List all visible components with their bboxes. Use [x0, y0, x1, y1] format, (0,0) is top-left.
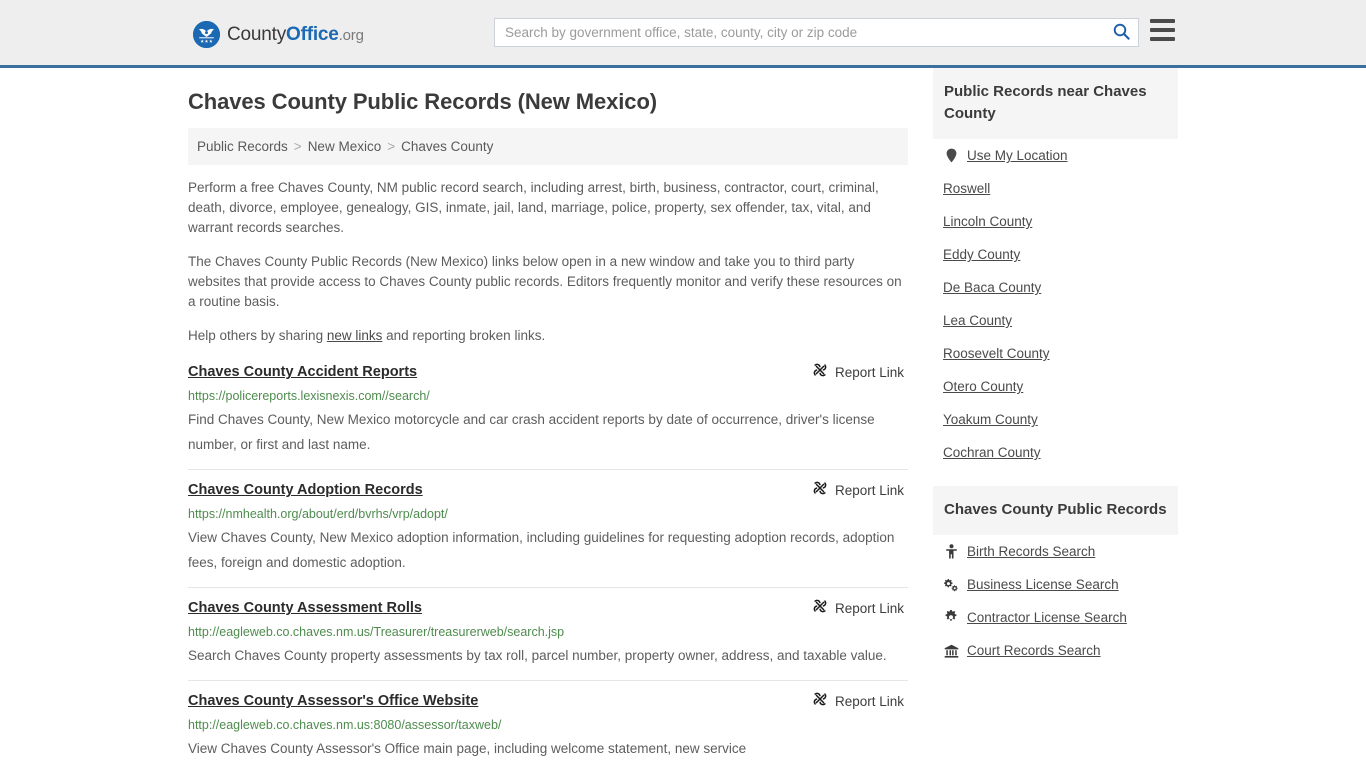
report-link-label: Report Link [834, 483, 904, 499]
sidebar-records-heading: Chaves County Public Records [933, 486, 1178, 535]
logo-text-org: .org [338, 27, 364, 44]
sidebar: Public Records near Chaves County Use My… [933, 68, 1178, 675]
result-title-link[interactable]: Chaves County Adoption Records [188, 480, 423, 500]
search-icon [1113, 23, 1130, 43]
sidebar-panel-nearby: Public Records near Chaves County Use My… [933, 68, 1178, 469]
breadcrumb-item-new-mexico[interactable]: New Mexico [308, 139, 382, 154]
search-button[interactable] [1104, 19, 1138, 46]
sidebar-item-label[interactable]: De Baca County [943, 280, 1041, 295]
broken-link-icon [812, 691, 828, 713]
baby-icon [943, 544, 959, 559]
sidebar-item-label[interactable]: Business License Search [967, 577, 1119, 592]
report-link-button[interactable]: Report Link [812, 691, 908, 713]
site-logo[interactable]: CountyOffice.org [193, 21, 364, 48]
result-url: https://policereports.lexisnexis.com//se… [188, 389, 430, 404]
logo-text-county: County [227, 24, 287, 45]
result-title-link[interactable]: Chaves County Accident Reports [188, 362, 417, 382]
intro-section: Perform a free Chaves County, NM public … [188, 178, 908, 346]
result-item: Chaves County Assessment Rolls Report Li… [188, 587, 908, 680]
breadcrumb-item-chaves-county: Chaves County [401, 139, 494, 155]
result-item: Chaves County Assessor's Office Website … [188, 680, 908, 768]
sidebar-item-de-baca-county[interactable]: De Baca County [933, 271, 1178, 304]
result-item: Chaves County Accident Reports Report Li… [188, 360, 908, 469]
search-input[interactable] [495, 19, 1104, 46]
page-title: Chaves County Public Records (New Mexico… [188, 89, 658, 114]
sidebar-item-label[interactable]: Lincoln County [943, 214, 1032, 229]
broken-link-icon [812, 362, 828, 384]
report-link-label: Report Link [834, 694, 904, 710]
report-link-label: Report Link [834, 365, 904, 381]
main-content: Chaves County Public Records (New Mexico… [188, 68, 908, 768]
sidebar-item-label[interactable]: Cochran County [943, 445, 1041, 460]
sidebar-item-business-license-search[interactable]: Business License Search [933, 568, 1178, 601]
intro-text-after-link: and reporting broken links. [382, 328, 546, 344]
broken-link-icon [812, 480, 828, 502]
sidebar-panel-records: Chaves County Public Records Birth Recor… [933, 486, 1178, 667]
cog-icon [943, 610, 959, 625]
hamburger-menu-icon[interactable] [1150, 19, 1175, 41]
report-link-button[interactable]: Report Link [812, 362, 908, 384]
intro-paragraph-1: Perform a free Chaves County, NM public … [188, 180, 879, 236]
result-title-link[interactable]: Chaves County Assessor's Office Website [188, 691, 478, 711]
result-description: Search Chaves County property assessment… [188, 648, 887, 664]
sidebar-item-label[interactable]: Court Records Search [967, 643, 1101, 658]
breadcrumb-item-public-records[interactable]: Public Records [197, 139, 288, 154]
sidebar-item-contractor-license-search[interactable]: Contractor License Search [933, 601, 1178, 634]
results-list: Chaves County Accident Reports Report Li… [188, 360, 908, 768]
intro-paragraph-3: Help others by sharing new links and rep… [188, 326, 908, 346]
sidebar-panel-gap [933, 477, 1178, 486]
result-url: https://nmhealth.org/about/erd/bvrhs/vrp… [188, 507, 448, 522]
sidebar-item-roswell[interactable]: Roswell [933, 172, 1178, 205]
logo-text-office: Office [286, 24, 339, 45]
report-link-button[interactable]: Report Link [812, 598, 908, 620]
result-description: Find Chaves County, New Mexico motorcycl… [188, 412, 875, 453]
sidebar-item-label[interactable]: Birth Records Search [967, 544, 1095, 559]
broken-link-icon [812, 598, 828, 620]
sidebar-item-roosevelt-county[interactable]: Roosevelt County [933, 337, 1178, 370]
sidebar-item-lea-county[interactable]: Lea County [933, 304, 1178, 337]
new-links-link[interactable]: new links [327, 328, 383, 343]
sidebar-item-eddy-county[interactable]: Eddy County [933, 238, 1178, 271]
page-body: Chaves County Public Records (New Mexico… [0, 68, 1366, 768]
report-link-label: Report Link [834, 601, 904, 617]
sidebar-item-label[interactable]: Yoakum County [943, 412, 1038, 427]
cogs-icon [943, 578, 959, 592]
result-description: View Chaves County, New Mexico adoption … [188, 530, 895, 571]
result-url: http://eagleweb.co.chaves.nm.us/Treasure… [188, 625, 565, 640]
sidebar-item-label[interactable]: Use My Location [967, 148, 1068, 163]
courthouse-icon [943, 644, 959, 658]
result-description: View Chaves County Assessor's Office mai… [188, 741, 747, 757]
breadcrumb: Public Records > New Mexico > Chaves Cou… [188, 128, 908, 166]
site-header: CountyOffice.org [0, 0, 1366, 68]
breadcrumb-separator: > [293, 139, 302, 155]
report-link-button[interactable]: Report Link [812, 480, 908, 502]
sidebar-item-lincoln-county[interactable]: Lincoln County [933, 205, 1178, 238]
breadcrumb-separator: > [387, 139, 396, 155]
sidebar-item-cochran-county[interactable]: Cochran County [933, 436, 1178, 469]
sidebar-item-yoakum-county[interactable]: Yoakum County [933, 403, 1178, 436]
result-url: http://eagleweb.co.chaves.nm.us:8080/ass… [188, 718, 502, 733]
result-title-link[interactable]: Chaves County Assessment Rolls [188, 598, 422, 618]
sidebar-item-label[interactable]: Contractor License Search [967, 610, 1127, 625]
search-bar[interactable] [494, 18, 1139, 47]
sidebar-item-label[interactable]: Eddy County [943, 247, 1020, 262]
result-item: Chaves County Adoption Records Report Li… [188, 469, 908, 587]
intro-paragraph-2: The Chaves County Public Records (New Me… [188, 254, 902, 310]
sidebar-item-use-my-location[interactable]: Use My Location [933, 139, 1178, 172]
county-office-eagle-emblem-icon [193, 21, 220, 48]
sidebar-item-label[interactable]: Roosevelt County [943, 346, 1050, 361]
sidebar-nearby-list: Use My Location Roswell Lincoln County E… [933, 139, 1178, 469]
sidebar-nearby-heading: Public Records near Chaves County [933, 68, 1178, 139]
site-logo-text: CountyOffice.org [227, 25, 364, 44]
map-pin-icon [943, 148, 959, 163]
sidebar-item-label[interactable]: Lea County [943, 313, 1012, 328]
intro-text-before-link: Help others by sharing [188, 328, 327, 344]
sidebar-item-label[interactable]: Roswell [943, 181, 990, 196]
sidebar-records-list: Birth Records Search Business License Se… [933, 535, 1178, 667]
sidebar-item-otero-county[interactable]: Otero County [933, 370, 1178, 403]
sidebar-item-birth-records-search[interactable]: Birth Records Search [933, 535, 1178, 568]
sidebar-item-label[interactable]: Otero County [943, 379, 1023, 394]
sidebar-item-court-records-search[interactable]: Court Records Search [933, 634, 1178, 667]
